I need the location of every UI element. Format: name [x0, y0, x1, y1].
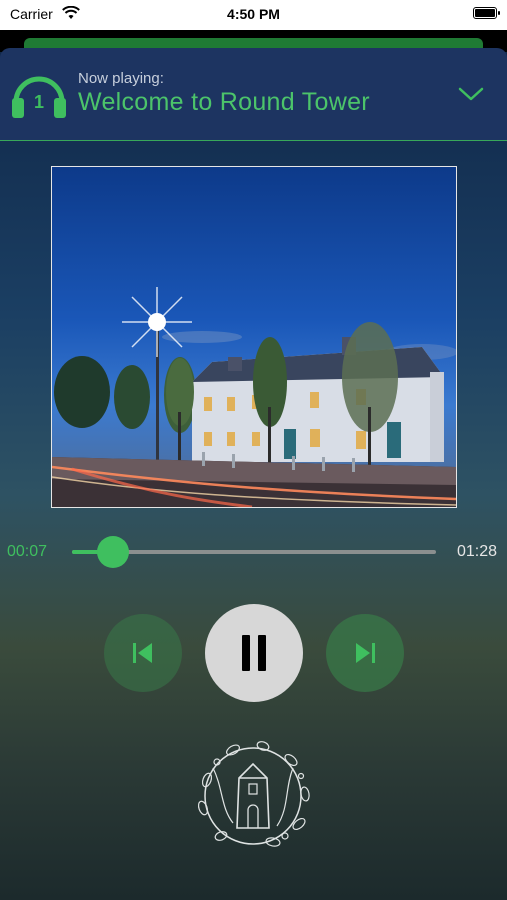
- round-tower-logo: [197, 741, 310, 847]
- previous-track-button[interactable]: [104, 614, 182, 692]
- track-number: 1: [33, 92, 44, 112]
- elapsed-time: 00:07: [7, 543, 48, 560]
- track-title: Welcome to Round Tower: [78, 88, 370, 116]
- status-bar: Carrier 4:50 PM: [0, 0, 507, 30]
- progress-thumb[interactable]: [97, 536, 130, 568]
- play-pause-button[interactable]: [205, 604, 303, 702]
- skip-next-icon: [356, 643, 375, 663]
- chevron-down-icon[interactable]: [457, 84, 485, 104]
- pause-icon: [242, 635, 266, 671]
- next-track-button[interactable]: [326, 614, 404, 692]
- track-artwork: [51, 166, 457, 508]
- now-playing-header[interactable]: 1 Now playing: Welcome to Round Tower: [0, 48, 507, 141]
- battery-icon: [473, 7, 500, 19]
- clock: 4:50 PM: [227, 6, 280, 22]
- skip-previous-icon: [133, 643, 152, 663]
- now-playing-label: Now playing:: [78, 70, 164, 87]
- total-duration: 01:28: [456, 543, 497, 560]
- artwork-image: [52, 287, 456, 507]
